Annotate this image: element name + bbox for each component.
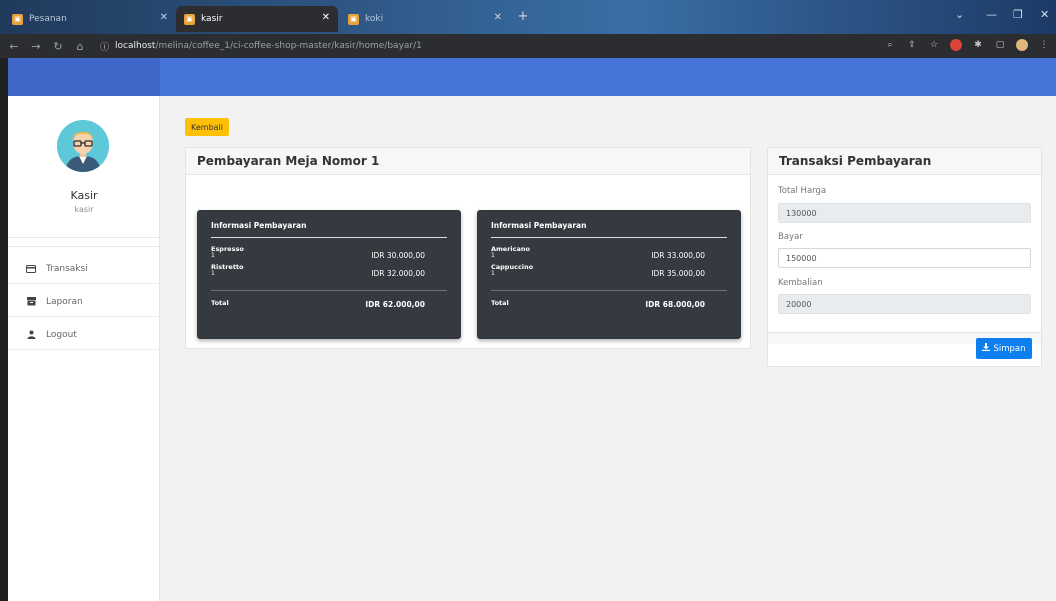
url-path: /melina/coffee_1/ci-coffee-shop-master/k…: [155, 41, 422, 51]
profile-avatar-icon[interactable]: [1016, 39, 1028, 51]
item-price: IDR 33.000,00: [651, 251, 705, 260]
order-summary-card: Informasi Pembayaran Americano 1 IDR 33.…: [477, 210, 741, 339]
user-avatar-icon: [57, 120, 109, 172]
favicon-icon: ▣: [12, 13, 23, 25]
info-icon[interactable]: ⓘ: [100, 40, 109, 53]
sidepanel-icon[interactable]: ▢: [994, 39, 1006, 51]
close-icon[interactable]: ✕: [322, 12, 330, 23]
url-input[interactable]: ⓘ localhost /melina/coffee_1/ci-coffee-s…: [100, 38, 905, 54]
window-close-icon[interactable]: ✕: [1040, 8, 1049, 21]
puzzle-icon[interactable]: ✱: [972, 39, 984, 51]
star-icon[interactable]: ☆: [928, 39, 940, 51]
item-qty: 1: [211, 270, 215, 277]
top-navbar: [8, 58, 1056, 96]
extension-toolbar: ⌕ ⇪ ☆ ✱ ▢ ⋮: [884, 39, 1050, 51]
tab-title: kasir: [201, 14, 223, 24]
item-name: Ristretto: [211, 263, 244, 271]
tab-title: Pesanan: [29, 14, 67, 24]
item-qty: 1: [211, 252, 215, 259]
sidebar: Kasir kasir Transaksi Laporan Logout: [8, 96, 160, 601]
divider: [211, 237, 447, 238]
total-label: Total: [491, 299, 509, 307]
divider: [491, 290, 727, 291]
pay-amount-field[interactable]: [778, 248, 1031, 268]
item-price: IDR 35.000,00: [651, 269, 705, 278]
item-price: IDR 32.000,00: [371, 269, 425, 278]
total-label: Total: [211, 299, 229, 307]
chevron-down-icon[interactable]: ⌄: [955, 8, 964, 21]
transaction-card-title: Transaksi Pembayaran: [768, 148, 1041, 175]
card-icon: [26, 264, 36, 274]
item-price: IDR 30.000,00: [371, 251, 425, 260]
sidebar-item-label: Logout: [46, 329, 77, 340]
order-summary-title: Informasi Pembayaran: [211, 221, 307, 230]
download-icon: [982, 343, 991, 354]
save-button-label: Simpan: [993, 343, 1026, 354]
sidebar-item-label: Laporan: [46, 296, 83, 307]
page: Kasir kasir Transaksi Laporan Logout Kem…: [8, 58, 1056, 601]
new-tab-icon[interactable]: +: [515, 9, 531, 25]
back-arrow-icon[interactable]: ←: [6, 40, 22, 53]
item-qty: 1: [491, 252, 495, 259]
minimize-icon[interactable]: —: [986, 8, 997, 21]
order-summary-card: Informasi Pembayaran Espresso 1 IDR 30.0…: [197, 210, 461, 339]
browser-tab-bar: ▣ Pesanan ✕ ▣ kasir ✕ ▣ koki ✕ + ⌄ — ❐ ✕: [0, 0, 1056, 34]
item-name: Cappuccino: [491, 263, 534, 271]
favicon-icon: ▣: [348, 13, 359, 25]
change-label: Kembalian: [778, 278, 823, 288]
change-field: [778, 294, 1031, 314]
tab-title: koki: [365, 14, 384, 24]
total-price-label: Total Harga: [778, 186, 827, 196]
url-host: localhost: [115, 41, 156, 51]
tab-pesanan[interactable]: ▣ Pesanan ✕: [4, 6, 176, 32]
pay-amount-label: Bayar: [778, 232, 803, 242]
home-icon[interactable]: ⌂: [72, 40, 88, 53]
sidebar-item-label: Transaksi: [46, 263, 88, 274]
total-value: IDR 62.000,00: [365, 300, 425, 309]
share-icon[interactable]: ⇪: [906, 39, 918, 51]
divider: [8, 246, 160, 247]
payment-card: Pembayaran Meja Nomor 1 Informasi Pembay…: [185, 147, 751, 349]
save-button[interactable]: Simpan: [976, 338, 1032, 359]
menu-kebab-icon[interactable]: ⋮: [1038, 39, 1050, 51]
tab-kasir[interactable]: ▣ kasir ✕: [176, 6, 338, 32]
user-role: kasir: [74, 205, 94, 214]
address-bar: ← → ↻ ⌂ ⓘ localhost /melina/coffee_1/ci-…: [0, 34, 1056, 58]
transaction-card: Transaksi Pembayaran Total Harga Bayar K…: [767, 147, 1042, 367]
sidebar-item-transaksi[interactable]: Transaksi: [8, 254, 160, 284]
item-qty: 1: [491, 270, 495, 277]
close-icon[interactable]: ✕: [160, 12, 168, 23]
favicon-icon: ▣: [184, 13, 195, 25]
divider: [491, 237, 727, 238]
close-icon[interactable]: ✕: [494, 12, 502, 23]
item-name: Espresso: [211, 245, 244, 253]
divider: [8, 237, 160, 238]
total-price-field: [778, 203, 1031, 223]
navbar-brand: [8, 58, 160, 96]
item-name: Americano: [491, 245, 530, 253]
sidebar-item-logout[interactable]: Logout: [8, 320, 160, 350]
total-value: IDR 68.000,00: [645, 300, 705, 309]
reload-icon[interactable]: ↻: [50, 40, 66, 53]
user-icon: [26, 330, 36, 340]
avatar: [57, 120, 109, 172]
forward-arrow-icon[interactable]: →: [28, 40, 44, 53]
divider: [211, 290, 447, 291]
tab-koki[interactable]: ▣ koki ✕: [340, 6, 510, 32]
restore-icon[interactable]: ❐: [1013, 8, 1023, 21]
zoom-icon[interactable]: ⌕: [884, 39, 896, 51]
sidebar-item-laporan[interactable]: Laporan: [8, 287, 160, 317]
user-name: Kasir: [70, 189, 98, 202]
adblock-icon[interactable]: [950, 39, 962, 51]
order-summary-title: Informasi Pembayaran: [491, 221, 587, 230]
inbox-icon: [26, 297, 36, 307]
payment-card-title: Pembayaran Meja Nomor 1: [186, 148, 750, 175]
back-button[interactable]: Kembali: [185, 118, 229, 136]
